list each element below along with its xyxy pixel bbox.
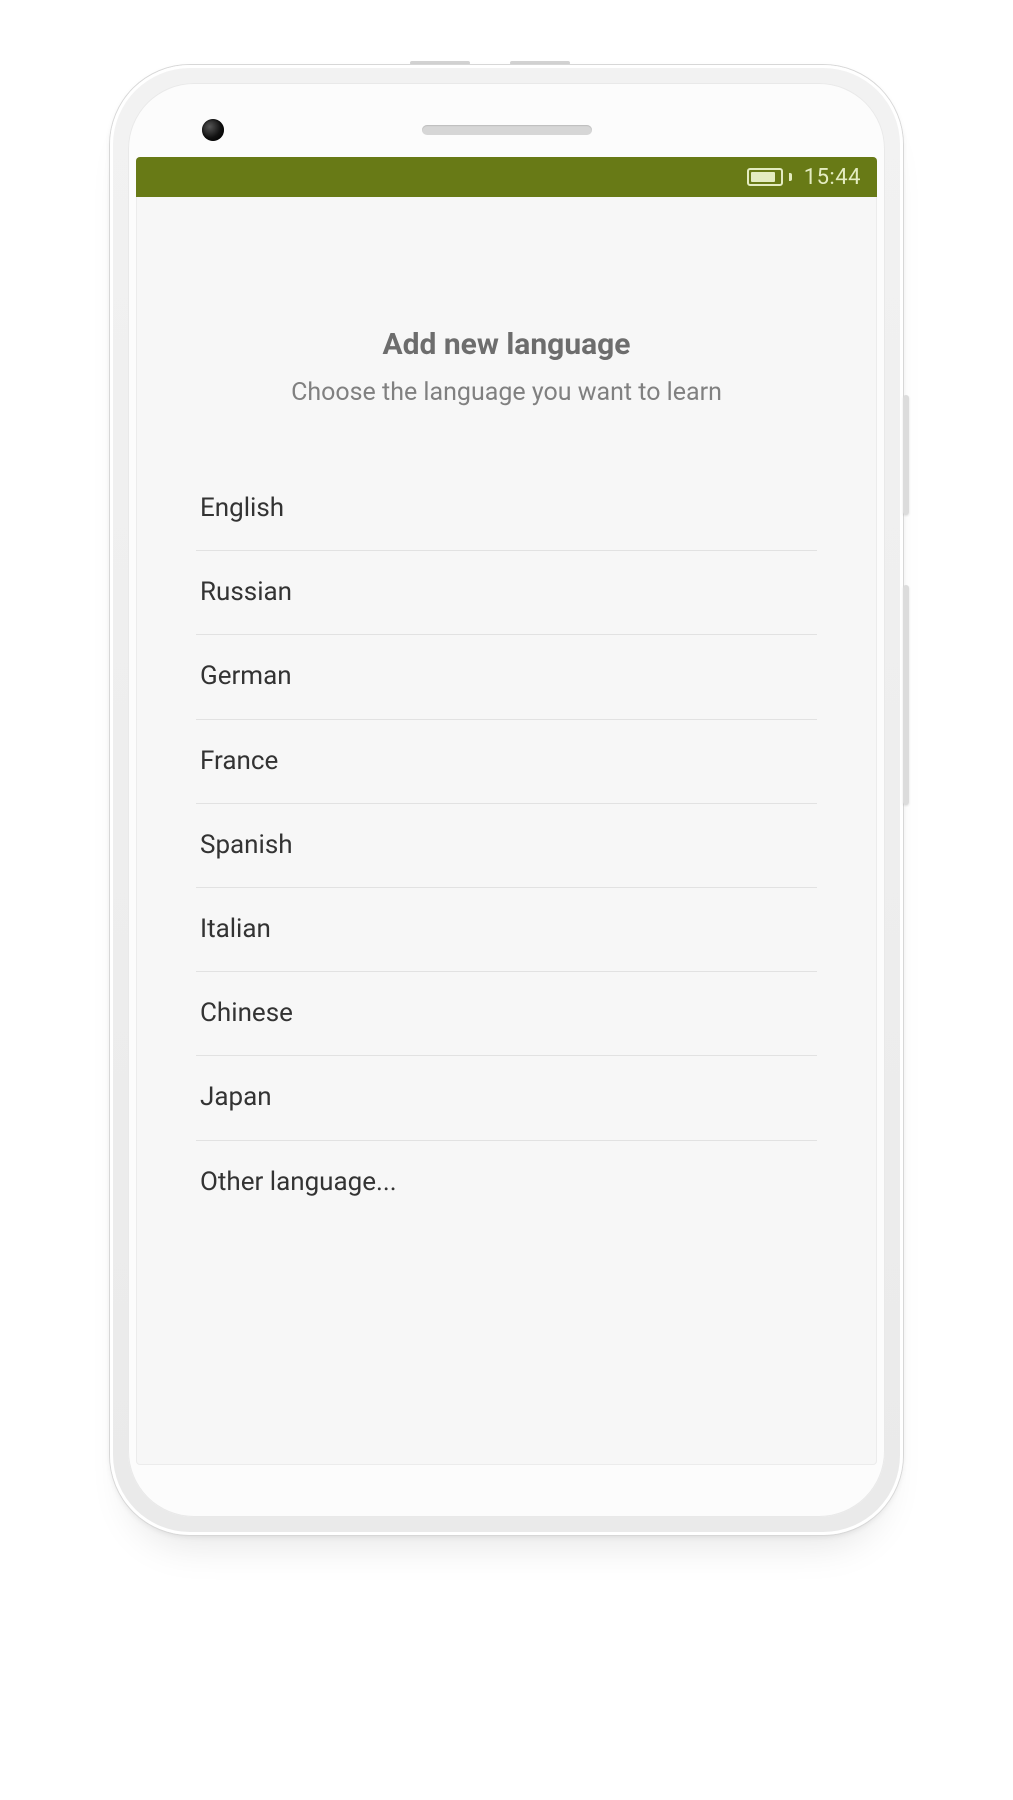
battery-icon (747, 168, 792, 186)
main-content: Add new language Choose the language you… (136, 197, 877, 1224)
language-item-spanish[interactable]: Spanish (196, 804, 817, 888)
language-item-japan[interactable]: Japan (196, 1056, 817, 1140)
language-item-other[interactable]: Other language... (196, 1141, 817, 1224)
battery-cap-icon (789, 173, 792, 181)
battery-fill-icon (751, 172, 775, 182)
phone-side-button (903, 395, 909, 515)
language-list: English Russian German France Spanish It… (196, 467, 817, 1224)
language-item-english[interactable]: English (196, 467, 817, 551)
phone-side-button (903, 585, 909, 805)
language-item-chinese[interactable]: Chinese (196, 972, 817, 1056)
battery-body-icon (747, 168, 783, 186)
status-bar-time: 15:44 (804, 165, 861, 190)
status-bar: 15:44 (136, 157, 877, 197)
screen: 15:44 Add new language Choose the langua… (136, 157, 877, 1465)
language-item-france[interactable]: France (196, 720, 817, 804)
phone-mockup: 15:44 Add new language Choose the langua… (110, 65, 903, 1535)
page-title: Add new language (196, 327, 817, 362)
language-item-russian[interactable]: Russian (196, 551, 817, 635)
language-item-italian[interactable]: Italian (196, 888, 817, 972)
language-item-german[interactable]: German (196, 635, 817, 719)
page-subtitle: Choose the language you want to learn (196, 378, 817, 407)
